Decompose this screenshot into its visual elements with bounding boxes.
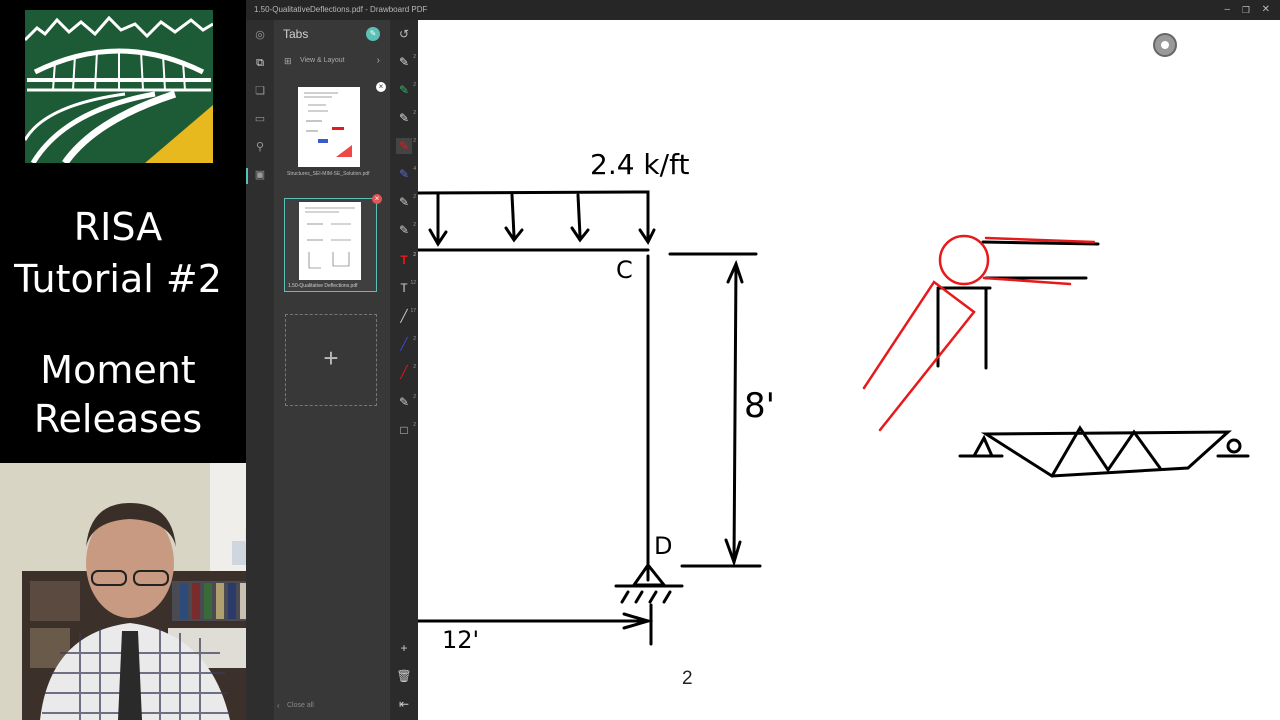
- chevron-right-icon: ›: [376, 55, 380, 66]
- view-layout-label: View & Layout: [300, 57, 345, 64]
- pen-black[interactable]: ✎ 2: [396, 110, 416, 126]
- add-tab-button[interactable]: +: [285, 314, 377, 406]
- tab-1-preview: [298, 87, 360, 167]
- chevron-left-icon: ‹: [277, 701, 280, 710]
- page-number: 2: [682, 668, 693, 689]
- close-all-label: Close all: [287, 702, 314, 709]
- view-layout-button[interactable]: ⊞ View & Layout ›: [282, 54, 382, 70]
- tabs-panel: Tabs ✎ ⊞ View & Layout › × Structures_SE…: [274, 20, 390, 720]
- height-label: 8': [744, 386, 775, 426]
- pen-red-active[interactable]: ✎ 2: [396, 138, 416, 154]
- layout-icon: ⊞: [284, 56, 292, 66]
- line-icon[interactable]: ╱ 17: [396, 308, 416, 324]
- pdf-canvas[interactable]: 2.4 k/ft C D 8' 12' 2: [418, 20, 1280, 720]
- close-all-button[interactable]: Close all ‹: [277, 701, 337, 713]
- save-icon[interactable]: ▣: [253, 168, 267, 182]
- node-d-label: D: [654, 532, 673, 560]
- plus-icon: +: [323, 343, 339, 373]
- collapse-icon[interactable]: ⇤: [396, 696, 412, 712]
- bridge-logo: [25, 10, 213, 163]
- window-title: 1.50-QualitativeDeflections.pdf - Drawbo…: [254, 5, 428, 14]
- title-line-3: Moment: [40, 348, 196, 392]
- text-red-icon[interactable]: T2: [396, 252, 416, 268]
- tab-thumbnail-2[interactable]: × 1.50-Qualitative Deflections.pdf: [284, 194, 382, 292]
- close-tab-2-icon[interactable]: ×: [372, 194, 382, 204]
- rectangle-icon[interactable]: □ 2: [396, 422, 416, 438]
- active-indicator: [246, 168, 248, 184]
- minimize-icon[interactable]: –: [1224, 0, 1230, 20]
- hand-drawn-sketch: [418, 190, 1250, 646]
- title-line-4: Releases: [33, 397, 203, 441]
- pen-gray[interactable]: ✎ 2: [396, 222, 416, 238]
- tab-thumbnail-1[interactable]: × Structures_SEI-MIM-SE_Solution.pdf: [284, 82, 386, 180]
- close-tab-1-icon[interactable]: ×: [376, 82, 386, 92]
- tab-1-name: Structures_SEI-MIM-SE_Solution.pdf: [287, 171, 370, 177]
- video-title-panel: RISA Tutorial #2 Moment Releases: [0, 0, 246, 463]
- tabs-header: Tabs: [283, 27, 309, 41]
- load-label: 2.4 k/ft: [590, 148, 690, 181]
- add-tool-icon[interactable]: +: [396, 640, 412, 656]
- maximize-icon[interactable]: ❐: [1242, 0, 1250, 20]
- trash-icon[interactable]: 🗑: [396, 668, 412, 684]
- pin-icon[interactable]: ✎: [366, 27, 380, 41]
- text-icon[interactable]: T 12: [396, 280, 416, 296]
- pen-white[interactable]: ✎ 2: [396, 54, 416, 70]
- tab-2-name: 1.50-Qualitative Deflections.pdf: [288, 283, 358, 289]
- title-line-1: RISA: [73, 205, 163, 249]
- search-icon[interactable]: ⚲: [253, 140, 267, 154]
- pen-green[interactable]: ✎ 2: [396, 82, 416, 98]
- highlighter-icon[interactable]: ✎ 2: [396, 194, 416, 210]
- close-window-icon[interactable]: ✕: [1262, 0, 1270, 20]
- line-red-icon[interactable]: ╱ 2: [396, 364, 416, 380]
- title-line-2: Tutorial #2: [14, 257, 222, 301]
- window-titlebar: 1.50-QualitativeDeflections.pdf - Drawbo…: [246, 0, 1280, 20]
- node-c-label: C: [616, 256, 633, 284]
- ruler-icon[interactable]: ▭: [253, 112, 267, 126]
- pen-blue[interactable]: ✎ 4: [396, 166, 416, 182]
- pages-icon[interactable]: ❏: [253, 84, 267, 98]
- annotation-toolbar: ↺ ✎ 2 ✎ 2 ✎ 2 ✎ 2 ✎ 4 ✎ 2 ✎ 2 T2 T 12 ╱ 17 ╱ 2 ╱ 2 …: [390, 20, 418, 720]
- app-rail: ◎ ⧉ ❏ ▭ ⚲ ▣: [246, 20, 274, 720]
- eraser-icon[interactable]: ✎ 2: [396, 394, 416, 410]
- undo-icon[interactable]: ↺: [396, 26, 412, 42]
- tab-2-preview: [299, 202, 361, 280]
- tabs-icon[interactable]: ⧉: [253, 56, 267, 70]
- line-blue-icon[interactable]: ╱ 2: [396, 336, 416, 352]
- app-menu-icon[interactable]: ◎: [253, 28, 267, 42]
- span-label: 12': [442, 626, 480, 654]
